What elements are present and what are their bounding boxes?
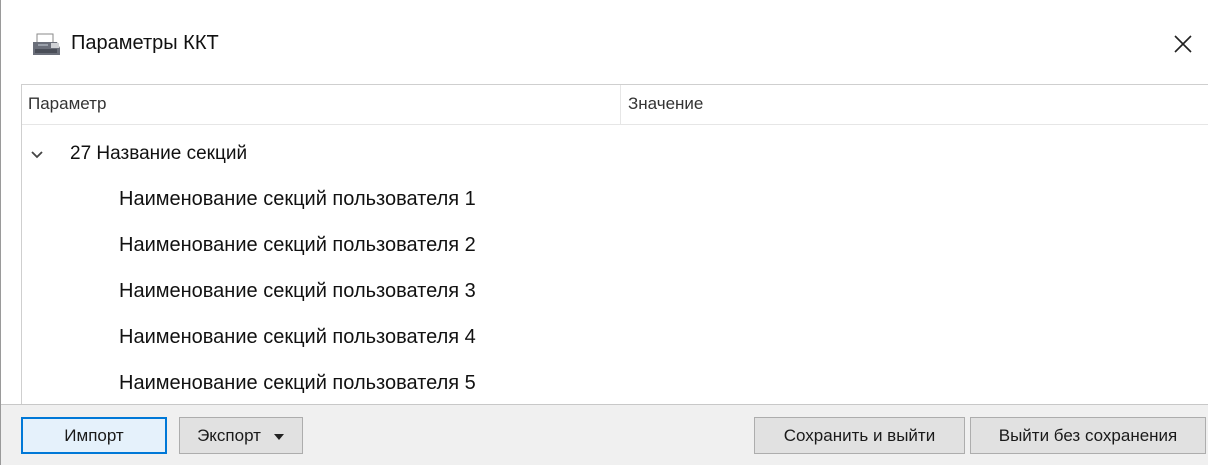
dropdown-arrow-icon: [273, 426, 285, 446]
bottom-toolbar: Импорт Экспорт Сохранить и выйти Выйти б…: [1, 404, 1208, 465]
title-bar: Параметры ККТ: [1, 0, 1208, 84]
tree-item-row[interactable]: Наименование секций пользователя 3: [22, 269, 1208, 315]
column-divider[interactable]: [620, 85, 621, 125]
parameter-label: Наименование секций пользователя 2: [119, 234, 476, 256]
tree-group-row[interactable]: 27 Название секций: [22, 132, 1208, 178]
parameter-label: Наименование секций пользователя 4: [119, 326, 476, 348]
parameter-label: Наименование секций пользователя 5: [119, 372, 476, 394]
export-button-label: Экспорт: [197, 425, 261, 445]
group-label: 27 Название секций: [70, 143, 248, 164]
close-icon[interactable]: [1161, 22, 1205, 66]
exit-without-saving-button[interactable]: Выйти без сохранения: [970, 417, 1206, 454]
parameters-tree: Параметр Значение 27 Название секций Наи…: [21, 84, 1208, 404]
tree-item-row[interactable]: Наименование секций пользователя 2: [22, 223, 1208, 269]
tree-item-row[interactable]: Наименование секций пользователя 1: [22, 177, 1208, 223]
tree-item-row[interactable]: Наименование секций пользователя 4: [22, 315, 1208, 361]
tree-item-row[interactable]: Наименование секций пользователя 5: [22, 361, 1208, 407]
parameter-label: Наименование секций пользователя 1: [119, 188, 476, 210]
save-and-exit-label: Сохранить и выйти: [783, 425, 936, 445]
save-and-exit-button[interactable]: Сохранить и выйти: [754, 417, 965, 454]
grid-header: Параметр Значение: [22, 85, 1208, 125]
exit-without-saving-label: Выйти без сохранения: [998, 425, 1178, 445]
parameter-label: Наименование секций пользователя 3: [119, 280, 476, 302]
printer-icon: [31, 33, 61, 57]
import-button[interactable]: Импорт: [21, 417, 167, 454]
export-button[interactable]: Экспорт: [179, 417, 303, 454]
window-title: Параметры ККТ: [71, 32, 219, 54]
column-header-value[interactable]: Значение: [628, 94, 703, 114]
parameters-window: Параметры ККТ Параметр Значение 27 Назва…: [0, 0, 1208, 465]
chevron-down-icon[interactable]: [28, 146, 46, 164]
import-button-label: Импорт: [64, 425, 124, 445]
column-header-parameter[interactable]: Параметр: [28, 94, 106, 114]
